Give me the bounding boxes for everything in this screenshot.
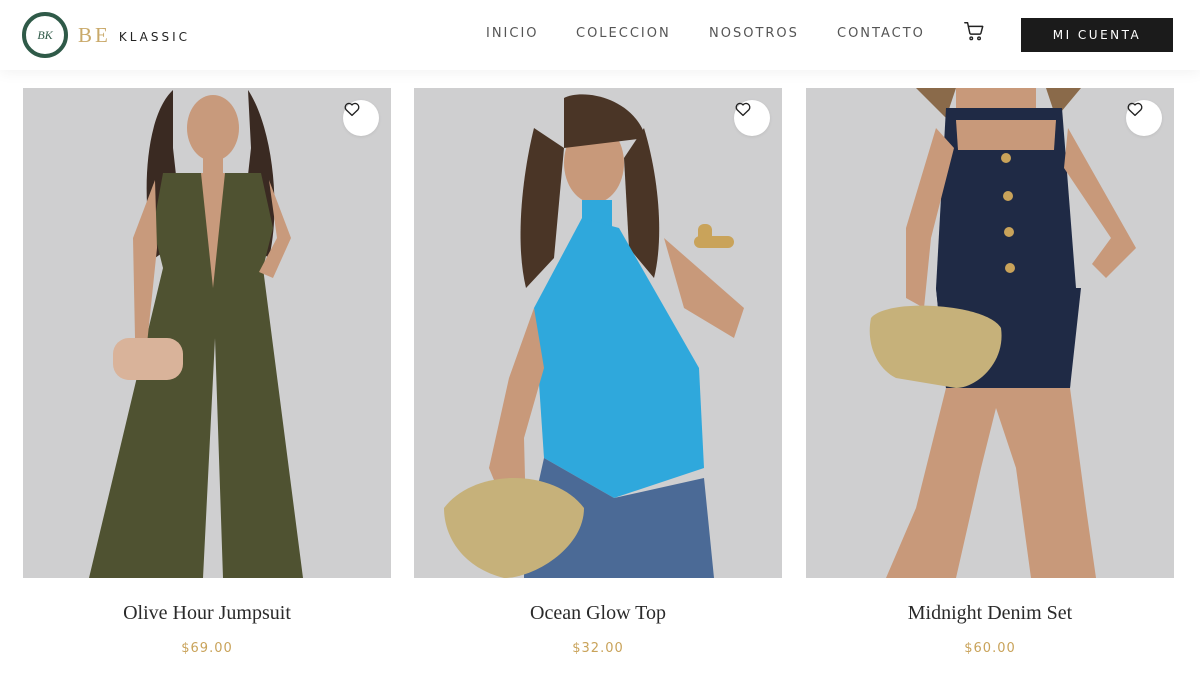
- heart-icon: [1127, 102, 1143, 117]
- product-card-ocean-glow-top: Ocean Glow Top $32.00: [414, 88, 782, 658]
- nav-item-inicio[interactable]: INICIO: [486, 26, 539, 41]
- nav-item-coleccion[interactable]: COLECCION: [576, 26, 671, 41]
- product-photo[interactable]: [414, 88, 782, 578]
- wishlist-button[interactable]: [734, 100, 770, 136]
- product-card-midnight-denim-set: Midnight Denim Set $60.00: [806, 88, 1174, 658]
- product-price: $69.00: [181, 641, 233, 656]
- logo-text-be: BE: [78, 22, 111, 47]
- logo-text-klassic: KLASSIC: [118, 30, 191, 44]
- product-image-denim-set: [806, 88, 1174, 578]
- product-title[interactable]: Olive Hour Jumpsuit: [23, 602, 391, 625]
- nav-item-nosotros[interactable]: NOSOTROS: [709, 26, 799, 41]
- nav-item-contacto[interactable]: CONTACTO: [837, 26, 925, 41]
- wishlist-button[interactable]: [1126, 100, 1162, 136]
- site-header: BK BE KLASSIC INICIO COLECCION NOSOTROS …: [0, 0, 1200, 70]
- product-card-olive-hour-jumpsuit: Olive Hour Jumpsuit $69.00: [23, 88, 391, 658]
- heart-icon: [735, 102, 751, 117]
- product-image-top: [414, 88, 782, 578]
- brand-logo[interactable]: BK BE KLASSIC: [22, 12, 190, 58]
- product-photo[interactable]: [806, 88, 1174, 578]
- product-price: $32.00: [572, 641, 624, 656]
- wishlist-button[interactable]: [343, 100, 379, 136]
- product-title[interactable]: Midnight Denim Set: [806, 602, 1174, 625]
- heart-icon: [344, 102, 360, 117]
- logo-monogram-badge: BK: [22, 12, 68, 58]
- product-photo[interactable]: [23, 88, 391, 578]
- product-image-jumpsuit: [23, 88, 391, 578]
- my-account-button[interactable]: MI CUENTA: [1021, 18, 1173, 52]
- product-title[interactable]: Ocean Glow Top: [414, 602, 782, 625]
- product-price: $60.00: [964, 641, 1016, 656]
- cart-icon[interactable]: [963, 20, 985, 42]
